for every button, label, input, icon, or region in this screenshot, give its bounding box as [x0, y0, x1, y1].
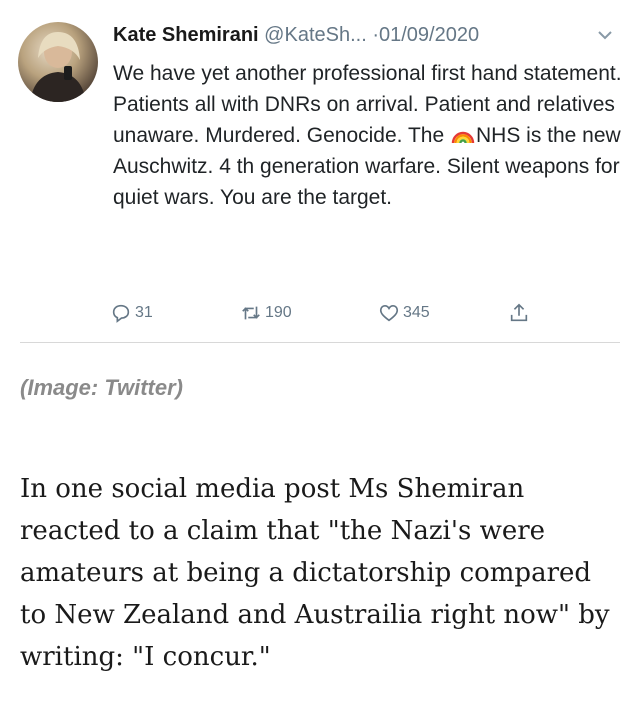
share-button[interactable]	[508, 298, 533, 328]
like-icon	[379, 305, 399, 322]
reply-count: 31	[135, 304, 153, 321]
divider	[20, 342, 620, 343]
author-handle[interactable]: @KateSh...	[264, 24, 367, 46]
chevron-down-icon[interactable]	[596, 28, 614, 42]
article-paragraph: In one social media post Ms Shemiran rea…	[20, 474, 610, 672]
image-caption: (Image: Twitter)	[20, 375, 183, 400]
retweet-icon	[242, 306, 260, 320]
author-name[interactable]: Kate Shemirani	[113, 24, 259, 46]
reply-icon	[112, 304, 130, 323]
reply-button[interactable]: 31	[110, 298, 153, 328]
tweet-text: We have yet another professional first h…	[113, 58, 628, 213]
rainbow-emoji	[451, 131, 475, 144]
tweet-header: Kate Shemirani @KateSh... ·01/09/2020	[113, 20, 633, 52]
tweet-card: Kate Shemirani @KateSh... ·01/09/2020 We…	[0, 0, 640, 344]
date-separator: ·	[372, 24, 379, 46]
retweet-count: 190	[265, 304, 292, 321]
retweet-button[interactable]: 190	[240, 298, 292, 328]
tweet-date[interactable]: 01/09/2020	[379, 24, 479, 46]
avatar-image	[30, 32, 86, 102]
share-icon	[510, 303, 528, 322]
like-button[interactable]: 345	[378, 298, 430, 328]
tweet-actions: 31 190 345	[110, 298, 550, 328]
avatar[interactable]	[18, 22, 98, 102]
like-count: 345	[403, 304, 430, 321]
